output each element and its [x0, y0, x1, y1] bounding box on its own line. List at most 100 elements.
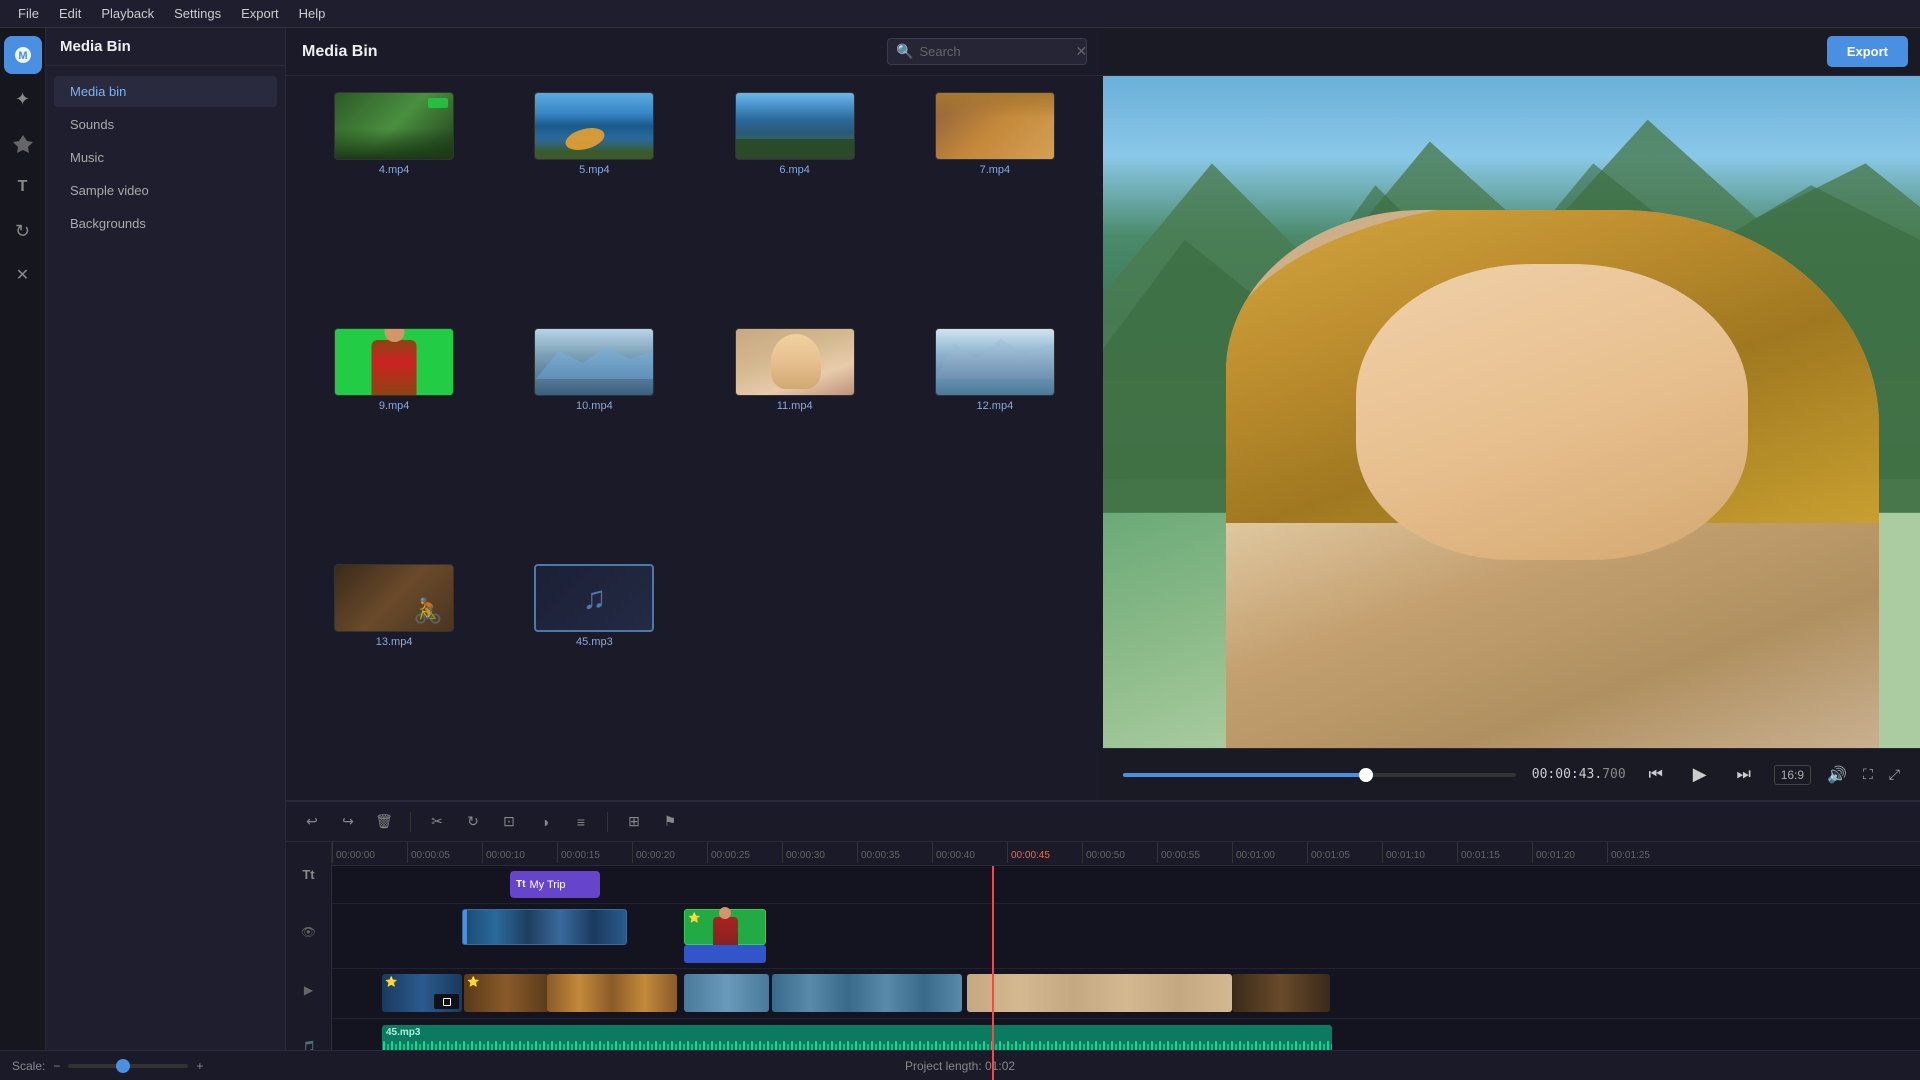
media-item-13mp4[interactable]: 🚴 13.mp4: [298, 560, 490, 788]
media-bin-title: Media Bin: [302, 43, 875, 61]
sidebar-transitions[interactable]: ↻: [4, 212, 42, 250]
effect-track: ⭐: [332, 904, 1920, 969]
nav-music[interactable]: Music: [54, 142, 277, 173]
embed-button[interactable]: ⊞: [620, 808, 648, 836]
main-area: M ✦ T ↻ ✕ Media Bin Media bin Sounds Mus…: [0, 28, 1920, 1080]
track-text-icon[interactable]: Tt: [294, 863, 324, 887]
media-item-label: 11.mp4: [777, 400, 813, 412]
portrait-scene: [1103, 76, 1920, 748]
ruler-mark: 00:01:00: [1232, 842, 1307, 863]
play-button[interactable]: ▶: [1686, 761, 1714, 789]
cut-button[interactable]: ✂: [423, 808, 451, 836]
timeline-toolbar: ↩ ↪ 🗑 ✂ ↻ ⊡ ◑ ≡ ⊞ ⚑: [286, 802, 1920, 842]
main-video-track: ⭐ ⭐: [332, 969, 1920, 1019]
audio-sub-clip[interactable]: [684, 945, 766, 963]
media-item-5mp4[interactable]: 5.mp4: [498, 88, 690, 316]
color-button[interactable]: ◑: [531, 808, 559, 836]
delete-button[interactable]: 🗑: [370, 808, 398, 836]
timeline-content: Tt 👁 ▶ 🎵 00:00:00 00:00:05 00:00:10 00:0…: [286, 842, 1920, 1080]
video-clip-main-6[interactable]: [967, 974, 1232, 1012]
media-item-label: 5.mp4: [579, 164, 610, 176]
menu-export[interactable]: Export: [231, 4, 289, 23]
ruler-marks: 00:00:00 00:00:05 00:00:10 00:00:15 00:0…: [332, 842, 1920, 865]
video-clip-main-7[interactable]: [1232, 974, 1330, 1012]
skip-forward-button[interactable]: ⏭: [1730, 761, 1758, 789]
menu-settings[interactable]: Settings: [164, 4, 231, 23]
sidebar-tools[interactable]: ✕: [4, 256, 42, 294]
ruler-mark: 00:00:00: [332, 842, 407, 863]
fullscreen-icon[interactable]: ⛶: [1863, 766, 1873, 783]
toolbar-separator2: [607, 812, 608, 832]
media-item-10mp4[interactable]: 10.mp4: [498, 324, 690, 552]
ruler-mark: 00:00:05: [407, 842, 482, 863]
media-item-9mp4[interactable]: 9.mp4: [298, 324, 490, 552]
progress-thumb[interactable]: [1359, 768, 1373, 782]
menu-edit[interactable]: Edit: [49, 4, 91, 23]
volume-icon[interactable]: 🔊: [1827, 765, 1847, 785]
nav-media-bin[interactable]: Media bin: [54, 76, 277, 107]
ruler-mark: 00:00:50: [1082, 842, 1157, 863]
redo-button[interactable]: ↪: [334, 808, 362, 836]
media-item-12mp4[interactable]: 12.mp4: [899, 324, 1091, 552]
align-button[interactable]: ≡: [567, 808, 595, 836]
nav-sample-video[interactable]: Sample video: [54, 175, 277, 206]
title-clip-icon: Tt: [516, 879, 525, 890]
sidebar-home[interactable]: M: [4, 36, 42, 74]
media-item-6mp4[interactable]: 6.mp4: [699, 88, 891, 316]
search-box[interactable]: 🔍 ✕: [887, 38, 1087, 65]
search-input[interactable]: [919, 44, 1069, 59]
toolbar-separator: [410, 812, 411, 832]
ruler-mark: 00:01:20: [1532, 842, 1607, 863]
ruler-mark: 00:00:30: [782, 842, 857, 863]
timeline-area: ↩ ↪ 🗑 ✂ ↻ ⊡ ◑ ≡ ⊞ ⚑ Tt 👁 ▶: [286, 800, 1920, 1080]
menu-playback[interactable]: Playback: [91, 4, 164, 23]
ruler-mark: 00:00:10: [482, 842, 557, 863]
ruler-mark: 00:00:15: [557, 842, 632, 863]
media-item-label: 9.mp4: [379, 400, 410, 412]
current-time: 00:00:43.700: [1532, 767, 1626, 782]
ruler-mark: 00:01:15: [1457, 842, 1532, 863]
menu-file[interactable]: File: [8, 4, 49, 23]
media-bin-header: Media Bin 🔍 ✕: [286, 28, 1103, 76]
media-item-label: 13.mp4: [376, 636, 413, 648]
nav-sounds[interactable]: Sounds: [54, 109, 277, 140]
skip-back-button[interactable]: ⏮: [1642, 761, 1670, 789]
media-item-4mp4[interactable]: 4.mp4: [298, 88, 490, 316]
project-length: Project length: 01:02: [905, 1059, 1015, 1073]
media-panel-title: Media Bin: [46, 28, 285, 66]
media-item-45mp3[interactable]: ♫ 45.mp3: [498, 560, 690, 788]
scale-bar: Scale: − + Project length: 01:02: [286, 1050, 1920, 1080]
media-bin: Media Bin 🔍 ✕ 4.mp4: [286, 28, 1103, 800]
redo2-button[interactable]: ↻: [459, 808, 487, 836]
media-item-7mp4[interactable]: 7.mp4: [899, 88, 1091, 316]
track-visibility-icon[interactable]: 👁: [294, 920, 324, 944]
video-clip-main-4[interactable]: [684, 974, 769, 1012]
video-clip-main-1[interactable]: ⭐: [382, 974, 462, 1012]
crop-button[interactable]: ⊡: [495, 808, 523, 836]
media-item-label: 45.mp3: [576, 636, 613, 648]
sidebar-magic[interactable]: ✦: [4, 80, 42, 118]
search-clear-icon[interactable]: ✕: [1075, 43, 1087, 60]
video-clip-main-2[interactable]: ⭐: [464, 974, 549, 1012]
green-screen-clip[interactable]: ⭐: [684, 909, 766, 945]
export-button[interactable]: Export: [1827, 36, 1908, 67]
flag-button[interactable]: ⚑: [656, 808, 684, 836]
track-video-icon[interactable]: ▶: [294, 978, 324, 1002]
undo-button[interactable]: ↩: [298, 808, 326, 836]
timeline-main: 00:00:00 00:00:05 00:00:10 00:00:15 00:0…: [332, 842, 1920, 1080]
media-item-11mp4[interactable]: 11.mp4: [699, 324, 891, 552]
media-item-label: 12.mp4: [977, 400, 1014, 412]
sidebar-text[interactable]: T: [4, 168, 42, 206]
title-clip-label: My Trip: [529, 879, 565, 891]
progress-bar[interactable]: [1123, 773, 1516, 777]
aspect-ratio-display[interactable]: 16:9: [1774, 765, 1811, 785]
nav-backgrounds[interactable]: Backgrounds: [54, 208, 277, 239]
playhead[interactable]: [992, 866, 994, 1080]
video-clip-1[interactable]: [462, 909, 627, 945]
video-clip-main-3[interactable]: [547, 974, 677, 1012]
menu-help[interactable]: Help: [289, 4, 336, 23]
expand-icon[interactable]: ⤢: [1889, 766, 1900, 783]
sidebar-effects[interactable]: [4, 124, 42, 162]
video-clip-main-5[interactable]: [772, 974, 962, 1012]
title-clip[interactable]: Tt My Trip: [510, 871, 600, 898]
